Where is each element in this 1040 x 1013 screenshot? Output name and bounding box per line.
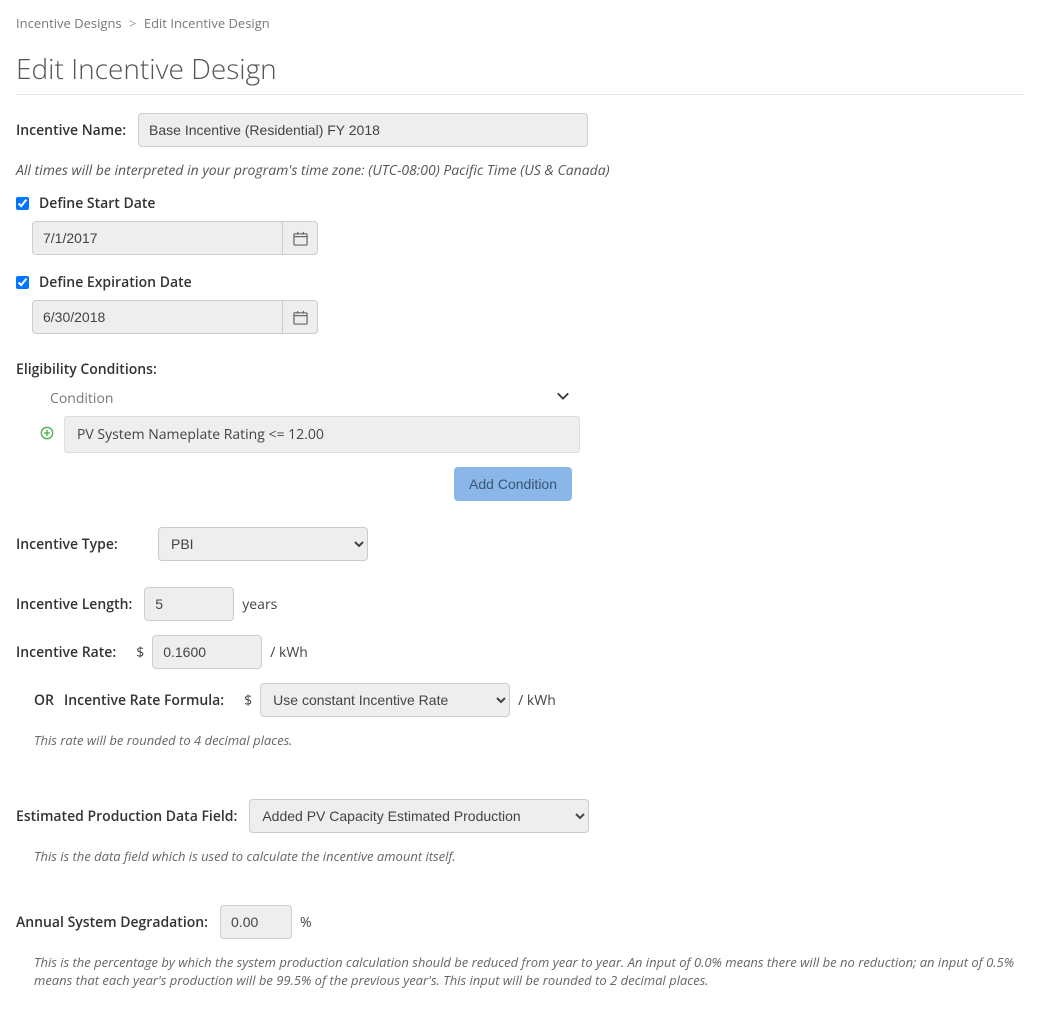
add-condition-icon[interactable] (40, 426, 54, 444)
start-date-picker-button[interactable] (282, 221, 318, 255)
start-date-checkbox[interactable] (16, 197, 29, 210)
incentive-length-label: Incentive Length: (16, 595, 132, 614)
incentive-name-label: Incentive Name: (16, 121, 126, 140)
end-date-checkbox[interactable] (16, 276, 29, 289)
breadcrumb-sep: > (129, 14, 136, 32)
incentive-rate-unit: / kWh (270, 643, 308, 662)
breadcrumb-current: Edit Incentive Design (144, 14, 270, 32)
incentive-length-unit: years (242, 595, 277, 614)
conditions-block: Condition PV System Nameplate Rating <= … (40, 385, 580, 501)
conditions-label: Eligibility Conditions: (16, 360, 1012, 379)
chevron-down-icon (556, 389, 570, 403)
add-condition-button[interactable]: Add Condition (454, 467, 572, 501)
incentive-type-select[interactable]: PBI (158, 527, 368, 561)
incentive-name-row: Incentive Name: (16, 113, 1024, 147)
breadcrumb-root[interactable]: Incentive Designs (16, 14, 122, 32)
degradation-unit: % (300, 913, 312, 932)
dollar-prefix: $ (136, 643, 144, 662)
incentive-rate-formula-row: OR Incentive Rate Formula: $ Use constan… (34, 683, 1024, 717)
incentive-length-input[interactable] (144, 587, 234, 621)
degradation-input[interactable] (220, 905, 292, 939)
end-date-label: Define Expiration Date (39, 273, 192, 292)
production-field-label: Estimated Production Data Field: (16, 807, 237, 826)
end-date-toggle-row: Define Expiration Date (16, 273, 1024, 292)
production-field-row: Estimated Production Data Field: Added P… (16, 799, 1024, 833)
conditions-header-text: Condition (50, 389, 113, 408)
degradation-row: Annual System Degradation: % (16, 905, 1024, 939)
start-date-label: Define Start Date (39, 194, 155, 213)
incentive-rate-formula-select[interactable]: Use constant Incentive Rate (260, 683, 510, 717)
incentive-type-row: Incentive Type: PBI (16, 527, 1024, 561)
production-field-select[interactable]: Added PV Capacity Estimated Production (249, 799, 589, 833)
timezone-note: All times will be interpreted in your pr… (16, 161, 1024, 180)
start-date-input[interactable] (32, 221, 282, 255)
incentive-rate-label: Incentive Rate: (16, 643, 116, 662)
incentive-type-label: Incentive Type: (16, 535, 146, 554)
conditions-header-row: Condition (40, 385, 580, 412)
breadcrumb: Incentive Designs > Edit Incentive Desig… (16, 14, 1024, 32)
end-date-group (32, 300, 1024, 334)
rate-rounding-note: This rate will be rounded to 4 decimal p… (34, 731, 1024, 749)
end-date-picker-button[interactable] (282, 300, 318, 334)
plus-circle-icon (40, 426, 54, 440)
incentive-rate-formula-unit: / kWh (518, 691, 556, 710)
start-date-group (32, 221, 1024, 255)
incentive-length-row: Incentive Length: years (16, 587, 1024, 621)
production-field-note: This is the data field which is used to … (34, 847, 1024, 865)
calendar-icon (293, 310, 308, 325)
incentive-rate-row: Incentive Rate: $ / kWh (16, 635, 1024, 669)
condition-item[interactable]: PV System Nameplate Rating <= 12.00 (64, 416, 580, 453)
incentive-rate-input[interactable] (152, 635, 262, 669)
degradation-note: This is the percentage by which the syst… (34, 953, 1024, 989)
calendar-icon (293, 231, 308, 246)
or-label: OR (34, 691, 54, 710)
incentive-name-input[interactable] (138, 113, 588, 147)
degradation-label: Annual System Degradation: (16, 913, 208, 932)
end-date-input[interactable] (32, 300, 282, 334)
dollar-prefix-formula: $ (244, 691, 252, 710)
condition-row: PV System Nameplate Rating <= 12.00 (40, 416, 580, 453)
conditions-sort-toggle[interactable] (556, 389, 570, 408)
page-title: Edit Incentive Design (16, 50, 1024, 95)
incentive-rate-formula-label: Incentive Rate Formula: (64, 691, 224, 710)
start-date-toggle-row: Define Start Date (16, 194, 1024, 213)
